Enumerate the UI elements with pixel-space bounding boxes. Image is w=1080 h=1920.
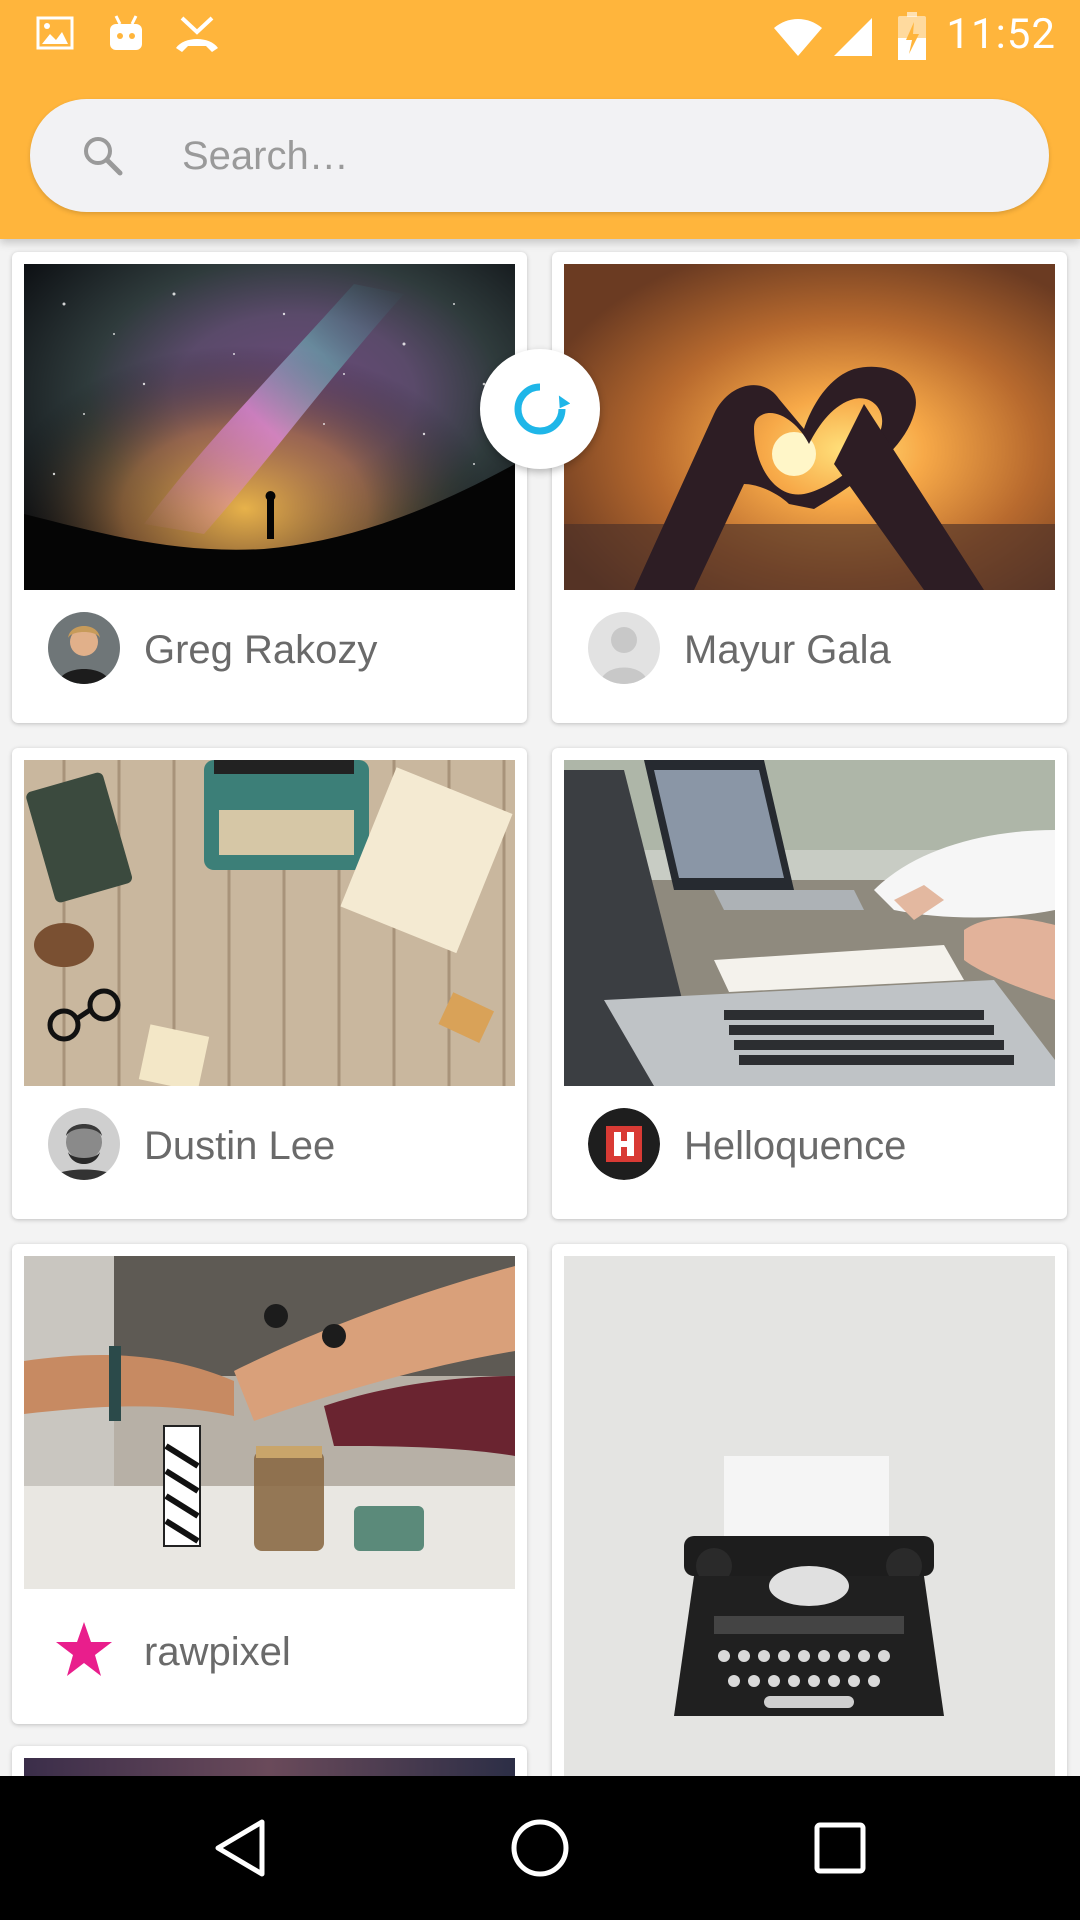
status-bar: 11:52	[0, 0, 1080, 75]
android-icon	[110, 15, 142, 50]
back-icon[interactable]	[210, 1816, 270, 1880]
photo-partial-fill	[24, 1758, 515, 1776]
photo-laptops-meeting[interactable]	[564, 760, 1055, 1086]
signal-icon	[834, 18, 872, 56]
photo-typewriter-desk[interactable]	[24, 760, 515, 1086]
avatar[interactable]	[48, 1614, 120, 1686]
photo-heart-hands[interactable]	[564, 264, 1055, 590]
clock: 11:52	[946, 10, 1056, 59]
wifi-icon	[774, 19, 822, 56]
missed-call-icon	[176, 16, 218, 52]
photo-card[interactable]: Dustin Lee	[12, 748, 527, 1219]
battery-charging-icon	[898, 12, 926, 60]
author-name[interactable]: Dustin Lee	[144, 1124, 335, 1169]
avatar[interactable]	[48, 1108, 120, 1180]
photo-card[interactable]	[12, 1746, 527, 1776]
photo-vintage-typewriter[interactable]	[564, 1256, 1055, 1776]
photo-partial[interactable]	[24, 1758, 515, 1776]
avatar[interactable]	[588, 1108, 660, 1180]
author-name[interactable]: Greg Rakozy	[144, 628, 377, 673]
avatar[interactable]	[588, 612, 660, 684]
home-button[interactable]	[440, 1776, 640, 1920]
search-input[interactable]	[180, 99, 1004, 214]
recents-icon[interactable]	[812, 1820, 868, 1876]
search-bar[interactable]	[30, 99, 1049, 214]
photo-starry-sky[interactable]	[24, 264, 515, 590]
photo-team-hands[interactable]	[24, 1256, 515, 1589]
avatar[interactable]	[48, 612, 120, 684]
image-icon	[36, 16, 74, 50]
author-name[interactable]: Mayur Gala	[684, 628, 891, 673]
app-header: 11:52	[0, 0, 1080, 239]
home-icon[interactable]	[508, 1816, 572, 1880]
recents-button[interactable]	[740, 1776, 940, 1920]
back-button[interactable]	[140, 1776, 340, 1920]
refresh-icon	[514, 383, 570, 435]
photo-grid: Greg Rakozy Mayur Gala Dustin Lee Helloq…	[0, 0, 1080, 1776]
photo-card[interactable]	[552, 1244, 1067, 1776]
refresh-indicator	[480, 349, 600, 469]
search-icon[interactable]	[80, 133, 126, 179]
photo-card[interactable]: Mayur Gala	[552, 252, 1067, 723]
navigation-bar	[0, 1776, 1080, 1920]
author-name[interactable]: Helloquence	[684, 1124, 906, 1169]
photo-card[interactable]: Helloquence	[552, 748, 1067, 1219]
photo-card[interactable]: Greg Rakozy	[12, 252, 527, 723]
photo-card[interactable]: rawpixel	[12, 1244, 527, 1724]
author-name[interactable]: rawpixel	[144, 1630, 291, 1675]
